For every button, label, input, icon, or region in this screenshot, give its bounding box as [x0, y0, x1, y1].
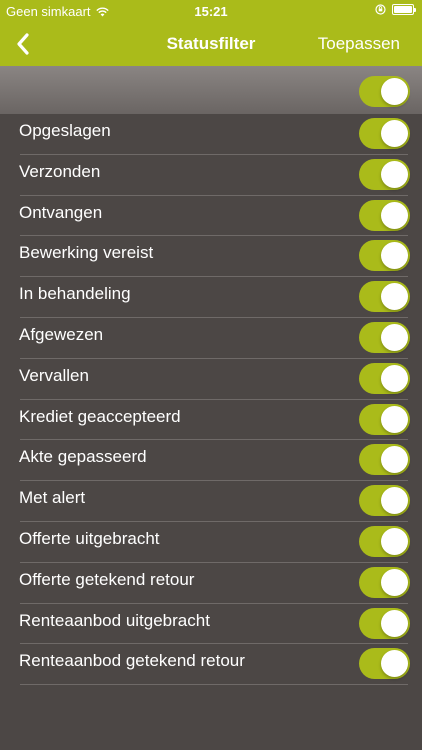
filter-row: Renteaanbod getekend retour: [0, 644, 422, 685]
filter-row: Offerte getekend retour: [0, 563, 422, 604]
filter-row: Vervallen: [0, 359, 422, 400]
filter-row: In behandeling: [0, 277, 422, 318]
filter-toggle[interactable]: [359, 485, 410, 517]
toggle-knob: [381, 283, 408, 311]
filter-label: Krediet geaccepteerd: [19, 406, 181, 426]
filter-label: Afgewezen: [19, 324, 104, 344]
filter-label: In behandeling: [19, 284, 131, 304]
filter-toggle[interactable]: [359, 321, 410, 353]
toggle-knob: [381, 201, 408, 229]
filter-list: Opgeslagen Verzonden Ontvangen Bewerking ve…: [0, 114, 422, 685]
filter-row: Renteaanbod uitgebracht: [0, 604, 422, 645]
filter-row: Ontvangen: [0, 196, 422, 237]
filter-toggle[interactable]: [359, 199, 410, 231]
status-time: 15:21: [194, 4, 228, 19]
filter-row: Krediet geaccepteerd: [0, 400, 422, 441]
filter-row: Met alert: [0, 481, 422, 522]
filter-label: Bewerking vereist: [19, 243, 154, 263]
filter-toggle[interactable]: [359, 607, 410, 639]
filter-toggle[interactable]: [359, 118, 410, 149]
filter-label: Offerte uitgebracht: [19, 528, 160, 548]
status-right: [375, 4, 416, 15]
apply-button[interactable]: Toepassen: [318, 34, 400, 54]
filter-label: Verzonden: [19, 161, 101, 181]
select-all-row: [0, 66, 422, 114]
toggle-knob: [381, 120, 408, 147]
filter-label: Offerte getekend retour: [19, 569, 195, 589]
toggle-knob: [381, 446, 408, 474]
status-bar: Geen simkaart 15:21: [0, 0, 422, 22]
filter-label: Ontvangen: [19, 202, 103, 222]
filter-toggle[interactable]: [359, 158, 410, 190]
filter-row: Afgewezen: [0, 318, 422, 359]
rotation-lock-icon: [375, 4, 386, 15]
filter-label: Renteaanbod getekend retour: [19, 651, 245, 671]
toggle-knob: [381, 78, 408, 105]
toggle-knob: [381, 568, 408, 596]
toggle-knob: [381, 650, 408, 678]
filter-row: Opgeslagen: [0, 114, 422, 155]
filter-toggle[interactable]: [359, 240, 410, 272]
filter-label: Vervallen: [19, 365, 89, 385]
filter-row: Offerte uitgebracht: [0, 522, 422, 563]
toggle-knob: [381, 527, 408, 555]
filter-toggle[interactable]: [359, 525, 410, 557]
filter-toggle[interactable]: [359, 281, 410, 313]
toggle-knob: [381, 405, 408, 433]
toggle-knob: [381, 364, 408, 392]
toggle-knob: [381, 609, 408, 637]
battery-icon: [392, 4, 416, 15]
toggle-knob: [381, 242, 408, 270]
nav-bar: Statusfilter Toepassen: [0, 22, 422, 66]
toggle-knob: [381, 160, 408, 188]
filter-toggle[interactable]: [359, 566, 410, 598]
filter-label: Met alert: [19, 488, 86, 508]
filter-toggle[interactable]: [359, 444, 410, 476]
filter-row: Akte gepasseerd: [0, 440, 422, 481]
filter-toggle[interactable]: [359, 648, 410, 680]
filter-toggle[interactable]: [359, 362, 410, 394]
select-all-toggle[interactable]: [359, 76, 410, 107]
filter-row: Bewerking vereist: [0, 236, 422, 277]
filter-label: Opgeslagen: [19, 121, 111, 140]
filter-toggle[interactable]: [359, 403, 410, 435]
toggle-knob: [381, 323, 408, 351]
filter-label: Renteaanbod uitgebracht: [19, 610, 210, 630]
filter-row: Verzonden: [0, 155, 422, 196]
toggle-knob: [381, 487, 408, 515]
filter-label: Akte gepasseerd: [19, 447, 147, 467]
